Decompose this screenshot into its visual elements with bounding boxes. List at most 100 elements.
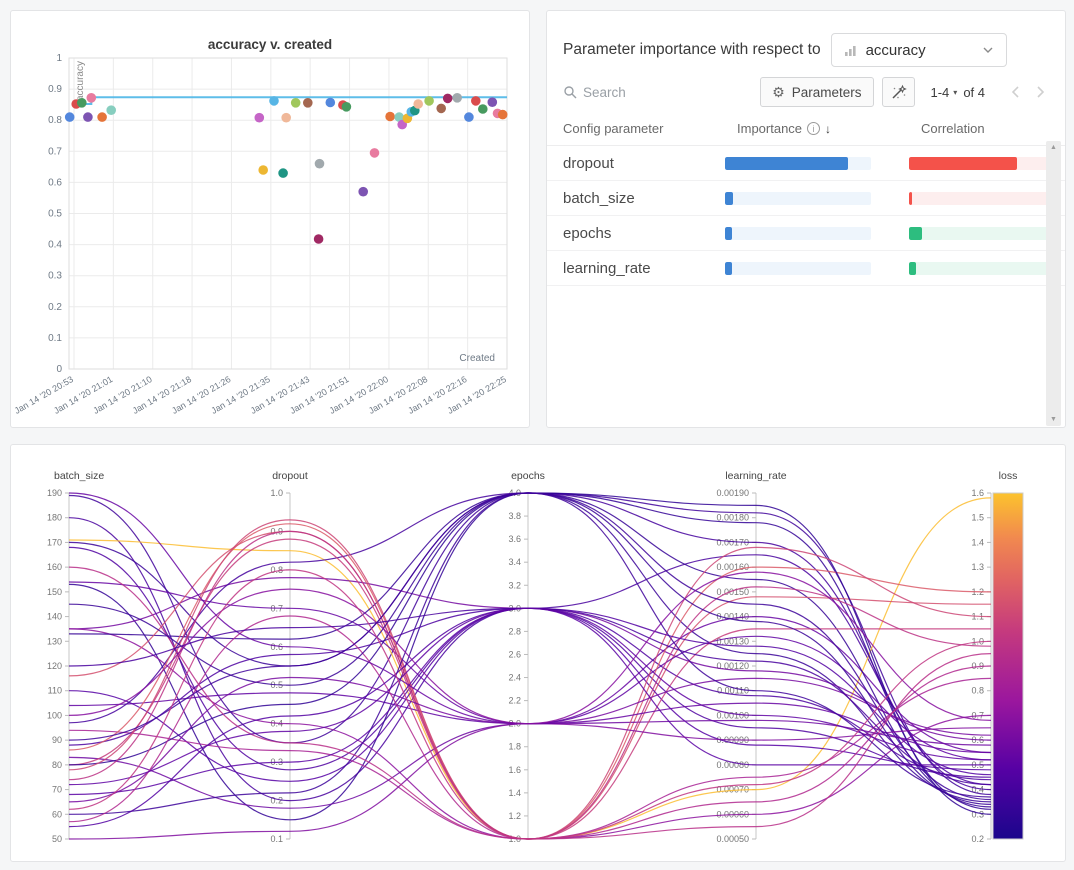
run-point[interactable] (258, 165, 268, 175)
svg-text:150: 150 (47, 587, 62, 597)
run-line[interactable] (69, 578, 991, 741)
run-point[interactable] (269, 96, 279, 106)
chevron-down-icon (982, 46, 994, 54)
run-point[interactable] (315, 159, 325, 169)
scatter-plot[interactable]: 00.10.20.30.40.50.60.70.80.91Jan 14 '20 … (11, 11, 529, 427)
importance-bar (725, 262, 871, 275)
pagination-range-dropdown[interactable]: 1-4 ▾ of 4 (931, 85, 986, 100)
run-point[interactable] (385, 112, 395, 122)
run-line[interactable] (69, 608, 991, 826)
max-accuracy-line (72, 97, 507, 104)
search-box[interactable] (563, 85, 752, 100)
run-point[interactable] (281, 113, 291, 123)
parameter-importance-panel: Parameter importance with respect to acc… (546, 10, 1066, 428)
svg-text:140: 140 (47, 612, 62, 622)
run-point[interactable] (255, 113, 265, 123)
svg-text:100: 100 (47, 710, 62, 720)
importance-bar (725, 227, 871, 240)
svg-text:0.1: 0.1 (270, 834, 283, 844)
svg-text:1.6: 1.6 (508, 765, 521, 775)
svg-text:3.8: 3.8 (508, 511, 521, 521)
magic-wand-button[interactable] (882, 77, 915, 107)
run-point[interactable] (87, 93, 97, 103)
scatter-panel: accuracy v. created 00.10.20.30.40.50.60… (10, 10, 530, 428)
parallel-run-lines[interactable] (69, 493, 991, 839)
run-line[interactable] (69, 547, 991, 777)
parameters-button[interactable]: ⚙ Parameters (760, 77, 873, 107)
correlation-bar-fill (909, 262, 916, 275)
run-point[interactable] (478, 104, 488, 114)
table-row[interactable]: dropout (547, 146, 1065, 181)
run-point[interactable] (488, 97, 498, 107)
svg-text:1.5: 1.5 (971, 513, 984, 523)
col-config-parameter: Config parameter (563, 121, 725, 136)
svg-text:0.2: 0.2 (971, 834, 984, 844)
correlation-bar (909, 262, 1055, 275)
parallel-coordinates-plot[interactable]: 5060708090100110120130140150160170180190… (11, 445, 1065, 861)
info-icon[interactable]: i (807, 122, 820, 135)
scatter-xlabel: Created (459, 353, 495, 364)
svg-text:80: 80 (52, 760, 62, 770)
svg-text:130: 130 (47, 636, 62, 646)
run-point[interactable] (97, 112, 107, 122)
table-row[interactable]: batch_size (547, 181, 1065, 216)
svg-text:1.2: 1.2 (508, 811, 521, 821)
parameters-button-label: Parameters (792, 85, 862, 100)
table-row[interactable]: learning_rate (547, 251, 1065, 286)
run-point[interactable] (436, 104, 446, 114)
run-point[interactable] (303, 98, 313, 108)
svg-text:0.2: 0.2 (48, 302, 62, 313)
correlation-bar (909, 157, 1055, 170)
run-line[interactable] (69, 493, 991, 797)
magic-wand-icon (890, 84, 907, 101)
correlation-bar (909, 227, 1055, 240)
run-line[interactable] (69, 629, 991, 839)
svg-text:0.8: 0.8 (971, 686, 984, 696)
sort-desc-icon[interactable]: ↓ (825, 122, 831, 136)
run-point[interactable] (278, 168, 288, 178)
run-line[interactable] (69, 493, 991, 807)
svg-text:2.8: 2.8 (508, 626, 521, 636)
svg-text:1.8: 1.8 (508, 742, 521, 752)
scroll-up-icon[interactable]: ▲ (1050, 144, 1057, 151)
run-point[interactable] (464, 112, 474, 122)
run-line[interactable] (69, 493, 991, 795)
run-point[interactable] (424, 96, 434, 106)
scatter-points[interactable] (65, 93, 508, 244)
svg-text:110: 110 (48, 686, 62, 696)
run-line[interactable] (69, 616, 991, 839)
run-point[interactable] (83, 112, 93, 122)
prev-page-button[interactable] (1011, 85, 1020, 99)
run-point[interactable] (326, 98, 336, 108)
run-point[interactable] (291, 98, 301, 108)
run-point[interactable] (443, 94, 453, 104)
svg-text:90: 90 (52, 735, 62, 745)
run-point[interactable] (314, 234, 324, 244)
run-point[interactable] (370, 148, 380, 158)
svg-text:0.3: 0.3 (48, 271, 62, 282)
run-point[interactable] (452, 93, 462, 103)
config-parameter-name: batch_size (563, 190, 725, 207)
search-icon (563, 85, 577, 99)
run-point[interactable] (358, 187, 368, 197)
run-point[interactable] (471, 96, 481, 106)
run-line[interactable] (69, 520, 991, 839)
svg-text:0.00050: 0.00050 (716, 834, 749, 844)
svg-text:1.4: 1.4 (971, 537, 984, 547)
next-page-button[interactable] (1036, 85, 1045, 99)
scroll-down-icon[interactable]: ▼ (1050, 416, 1057, 423)
run-point[interactable] (77, 98, 87, 108)
run-point[interactable] (106, 105, 116, 115)
run-point[interactable] (498, 110, 508, 120)
svg-text:1.3: 1.3 (971, 562, 984, 572)
axis-title-dropout: dropout (272, 470, 308, 482)
run-point[interactable] (65, 112, 75, 122)
svg-text:0.7: 0.7 (48, 146, 62, 157)
run-point[interactable] (342, 102, 352, 112)
table-scrollbar[interactable]: ▲ ▼ (1046, 141, 1061, 426)
run-point[interactable] (413, 99, 423, 109)
search-input[interactable] (583, 85, 723, 100)
run-line[interactable] (69, 493, 991, 802)
table-row[interactable]: epochs (547, 216, 1065, 251)
metric-dropdown[interactable]: accuracy (831, 33, 1007, 67)
